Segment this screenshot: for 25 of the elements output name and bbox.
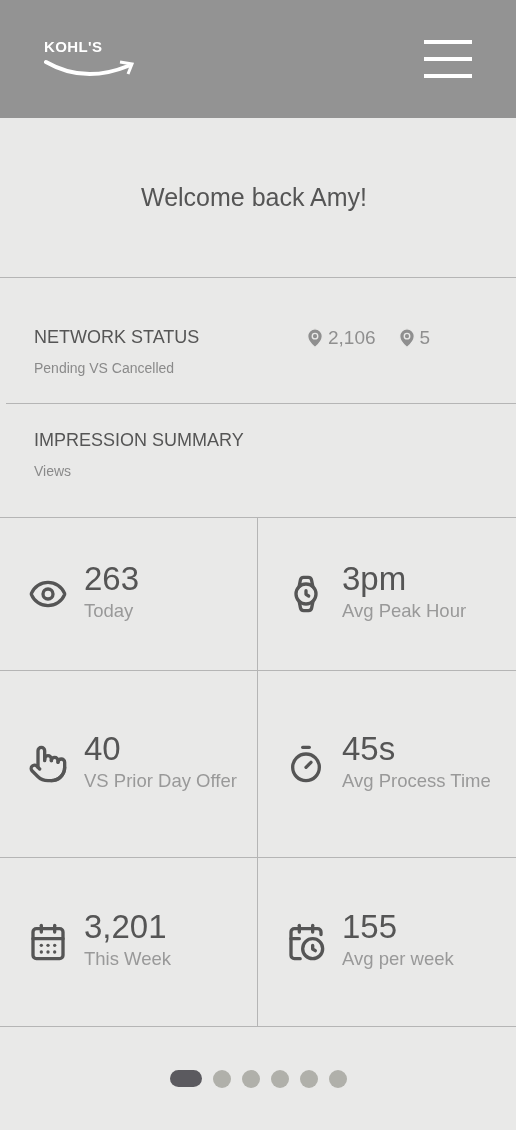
status-count: 2,106 <box>328 326 376 350</box>
stat-label: Avg per week <box>342 947 454 971</box>
stat-label: Today <box>84 599 135 623</box>
stat-value: 45s <box>342 728 397 769</box>
section-subtitle: Pending VS Cancelled <box>34 359 176 378</box>
stat-value: 3pm <box>342 558 408 599</box>
section-title: NETWORK STATUS <box>34 328 201 346</box>
pointer-icon <box>28 744 68 784</box>
stat-value: 40 <box>84 728 122 769</box>
status-count: 5 <box>419 326 431 350</box>
calendar-clock-icon <box>286 922 326 962</box>
section-subtitle: Views <box>34 462 73 481</box>
stat-label: Avg Process Time <box>342 769 491 793</box>
stat-value: 263 <box>84 558 140 599</box>
stat-value: 155 <box>342 906 399 947</box>
page-indicator[interactable] <box>169 1070 202 1087</box>
menu-icon[interactable] <box>424 39 472 79</box>
stat-label: VS Prior Day Offer <box>84 769 237 793</box>
stat-value: 3,201 <box>84 906 168 947</box>
stat-label: This Week <box>84 947 172 971</box>
stat-label: Avg Peak Hour <box>342 599 467 623</box>
section-title: IMPRESSION SUMMARY <box>34 431 245 449</box>
welcome-message: Welcome back Amy! <box>141 181 368 213</box>
logo[interactable]: KOHL'S <box>44 38 134 80</box>
calendar-icon <box>28 922 68 962</box>
